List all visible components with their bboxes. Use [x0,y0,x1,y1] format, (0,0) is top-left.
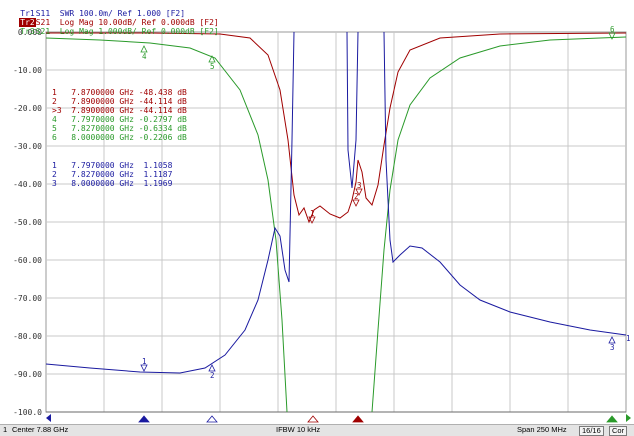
y-axis-label: -90.00 [13,370,42,379]
marker-2-blue: 2 [208,364,216,380]
y-axis-label: -10.00 [13,66,42,75]
y-axis-labels: 0.000-10.00-20.00-30.00-40.00-50.00-60.0… [13,28,42,417]
x-axis-marker-triangle [352,415,364,423]
blue-marker-readout-line: 1 7.7970000 GHz 1.1058 [52,161,173,170]
marker-2-blue-label: 2 [210,371,215,380]
marker-readouts: 1 7.8700000 GHz -48.438 dB2 7.8900000 GH… [52,88,187,188]
y-axis-label: -20.00 [13,104,42,113]
marker-5-green: 5 [208,55,216,71]
red-marker-readout-line: 2 7.8900000 GHz -44.114 dB [52,97,187,106]
status-bar: 1 Center 7.88 GHz IFBW 10 kHz Span 250 M… [0,424,634,436]
right-edge-marker-label: 1 [626,334,631,343]
vna-screen: 0.000 -10.00 -20.00 -30.00 -40.00 -50.00 -60.0… [0,0,634,436]
red-marker-readout-line: 1 7.8700000 GHz -48.438 dB [52,88,187,97]
x-axis-marker-triangle [307,415,319,423]
y-axis-label: -50.00 [13,218,42,227]
green-marker-readout-line: 4 7.7970000 GHz -0.2797 dB [52,115,187,124]
green-marker-readout-line: 6 8.0000000 GHz -0.2206 dB [52,133,187,142]
x-axis-marker-triangle [138,415,150,423]
channel-number[interactable]: 1 [3,425,7,435]
trace-tag-tr3[interactable]: Tr3 [19,27,35,36]
x-axis-marker-triangle [206,415,218,423]
y-axis-label: -40.00 [13,180,42,189]
blue-marker-readout-line: 3 8.0000000 GHz 1.1969 [52,179,173,188]
x-axis-marker-triangle [606,415,618,423]
x-axis-marker-triangles [46,414,631,423]
ifbw[interactable]: IFBW 10 kHz [276,425,320,435]
marker-6-green: 6 [608,25,616,40]
trace-params-tr3: S21 Log Mag 1.000dB/ Ref 0.000dB [F2] [35,27,219,36]
trace-header-tr3[interactable]: Tr3S21 Log Mag 1.000dB/ Ref 0.000dB [F2] [0,18,219,45]
marker-4-green: 4 [140,45,148,61]
x-axis-right-arrow [626,414,631,422]
y-axis-label: -30.00 [13,142,42,151]
trace-plot[interactable]: 0.000-10.00-20.00-30.00-40.00-50.00-60.0… [0,0,634,435]
markers: 4561231231 [46,25,631,423]
center-frequency[interactable]: Center 7.88 GHz [12,425,68,435]
marker-4-green-label: 4 [142,52,147,61]
red-marker-readout-line: >3 7.8900000 GHz -44.114 dB [52,106,187,115]
marker-1-blue: 1 [140,357,148,372]
x-axis-marker-triangle [46,414,51,422]
green-marker-readout-line: 5 7.8270000 GHz -0.6334 dB [52,124,187,133]
y-axis-label: -60.00 [13,256,42,265]
y-axis-label: -70.00 [13,294,42,303]
marker-2-red: 2 [352,192,360,207]
marker-3-blue: 3 [608,336,616,352]
y-axis-label: -80.00 [13,332,42,341]
span-frequency[interactable]: Span 250 MHz [517,425,567,435]
marker-3-blue-label: 3 [610,343,615,352]
marker-5-green-label: 5 [210,62,215,71]
blue-marker-readout-line: 2 7.8270000 GHz 1.1187 [52,170,173,179]
y-axis-label: -100.0 [13,408,42,417]
